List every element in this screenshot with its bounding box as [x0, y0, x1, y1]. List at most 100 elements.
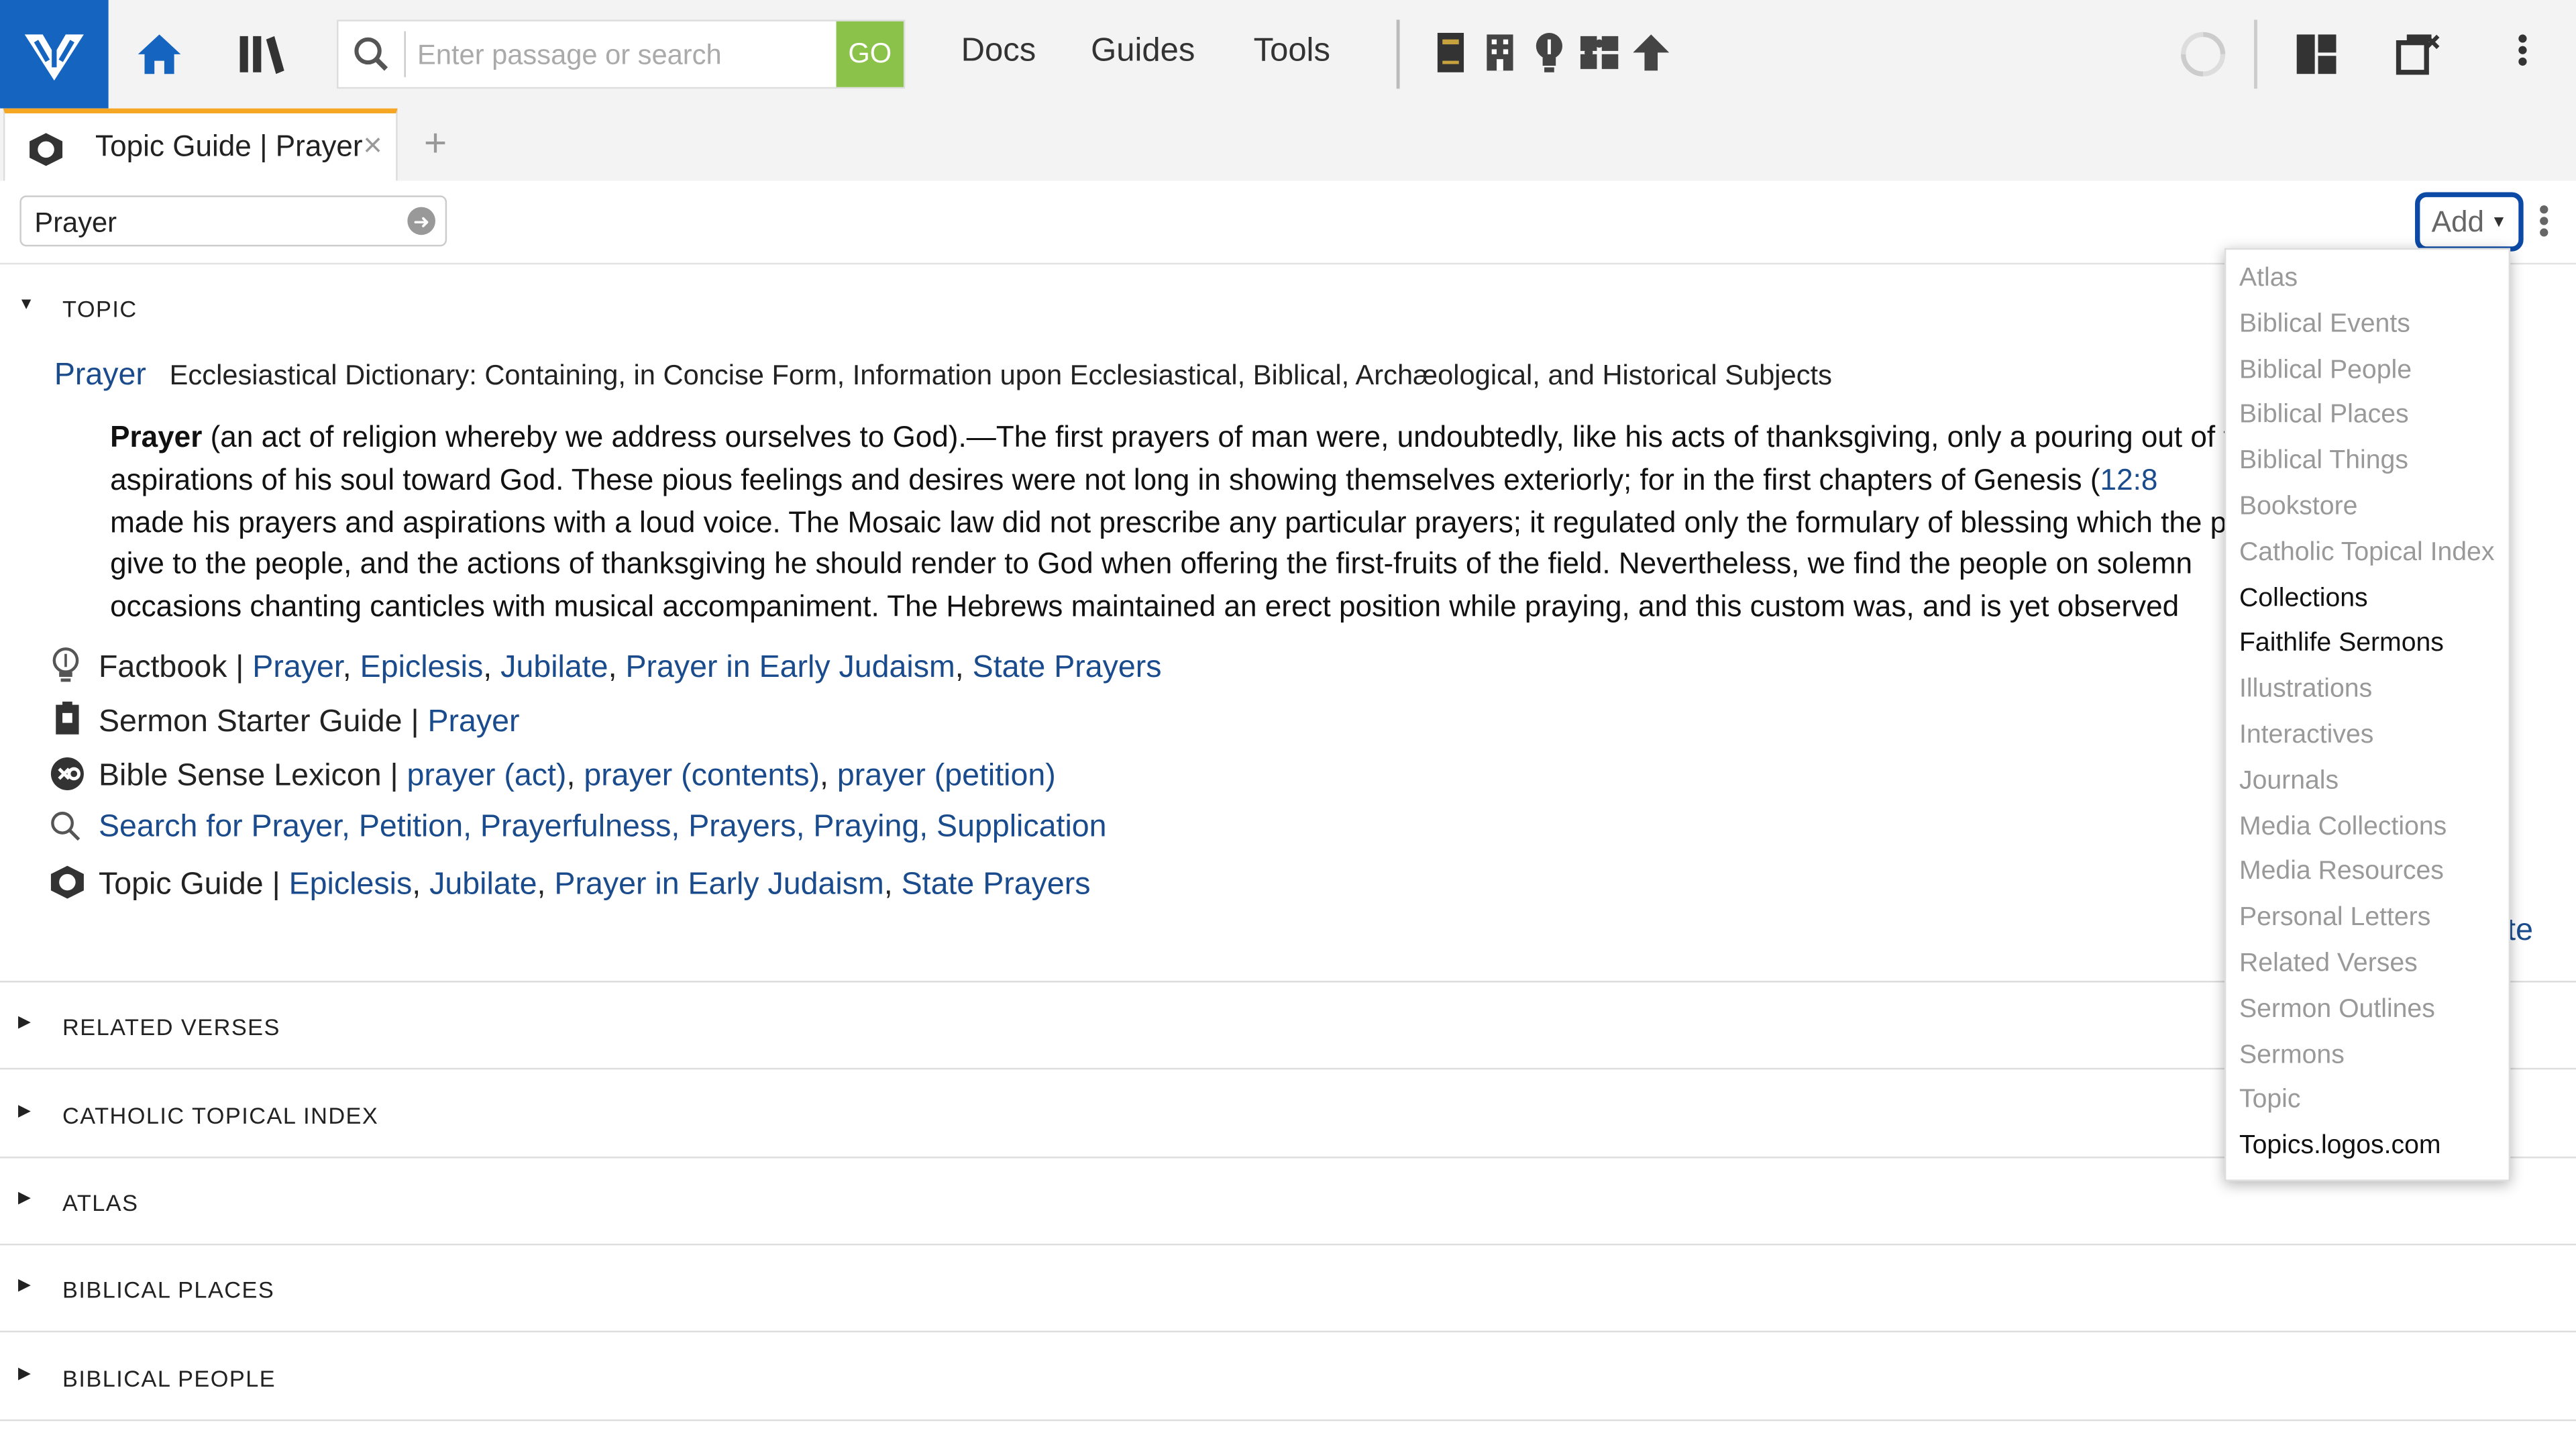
- section-title[interactable]: BIBLICAL PEOPLE: [62, 1365, 276, 1391]
- menu-docs[interactable]: Docs: [961, 33, 1036, 70]
- add-button[interactable]: Add ▼: [2415, 192, 2524, 252]
- article-text: Prayer (an act of religion whereby we ad…: [110, 417, 2246, 629]
- add-label: Add: [2431, 204, 2485, 237]
- add-menu-item: Sermons: [2239, 1040, 2345, 1069]
- section-biblical-places[interactable]: ▶ BIBLICAL PLACES: [0, 1244, 2576, 1333]
- topic-input[interactable]: [31, 197, 400, 248]
- resource-link[interactable]: Prayer: [252, 651, 343, 685]
- section-topic: ▼ TOPIC Prayer Ecclesiastical Dictionary…: [0, 263, 2576, 983]
- search-icon: [49, 810, 82, 846]
- building-icon[interactable]: [1482, 30, 1518, 76]
- section-title[interactable]: BIBLICAL PLACES: [62, 1277, 274, 1303]
- tab-close-icon[interactable]: ×: [363, 128, 382, 166]
- section-related-verses[interactable]: ▶ RELATED VERSES: [0, 981, 2576, 1070]
- add-menu-item: Illustrations: [2239, 675, 2373, 704]
- resource-source: Factbook: [98, 650, 227, 686]
- resource-link[interactable]: Jubilate: [429, 867, 537, 902]
- bible-sense-lexicon-icon: [49, 756, 85, 792]
- add-menu-item: Related Verses: [2239, 949, 2418, 978]
- article-line: (an act of religion whereby we address o…: [202, 420, 2246, 453]
- sync-icon[interactable]: [2175, 26, 2231, 82]
- arrow-right-circle-icon[interactable]: ➜: [407, 207, 435, 235]
- resource-link[interactable]: Jubilate: [500, 651, 608, 685]
- article-line: occasions chanting canticles with musica…: [110, 590, 2180, 623]
- resource-link[interactable]: prayer (petition): [837, 759, 1056, 793]
- caret-right-icon[interactable]: ▶: [18, 1189, 31, 1208]
- caret-right-icon[interactable]: ▶: [18, 1365, 31, 1383]
- resource-link[interactable]: Prayer in Early Judaism: [625, 651, 955, 685]
- caret-right-icon[interactable]: ▶: [18, 1277, 31, 1295]
- comma: ,: [342, 650, 360, 686]
- resource-link[interactable]: Prayer in Early Judaism: [554, 867, 883, 902]
- close-all-panels-icon[interactable]: [2392, 28, 2445, 80]
- resource-link[interactable]: prayer (act): [407, 759, 567, 793]
- add-menu-item: Sermon Outlines: [2239, 995, 2435, 1024]
- section-title[interactable]: CATHOLIC TOPICAL INDEX: [62, 1102, 378, 1128]
- resource-link[interactable]: Epiclesis: [289, 867, 413, 902]
- more-link[interactable]: te: [2507, 914, 2533, 950]
- separator: |: [227, 650, 253, 686]
- go-button[interactable]: GO: [836, 21, 904, 87]
- add-menu-item[interactable]: Faithlife Sermons: [2239, 630, 2444, 659]
- topic-entry-title[interactable]: Prayer: [54, 358, 146, 392]
- book-icon[interactable]: [1433, 30, 1469, 76]
- comma: ,: [537, 867, 555, 902]
- add-menu-item[interactable]: Topics.logos.com: [2239, 1132, 2441, 1162]
- comma: ,: [412, 867, 430, 902]
- add-menu-item: Biblical Things: [2239, 447, 2408, 476]
- toolbar-divider: [1396, 19, 1400, 89]
- caret-down-icon[interactable]: ▼: [18, 296, 34, 314]
- topic-entry-source[interactable]: Ecclesiastical Dictionary: Containing, i…: [170, 360, 1832, 391]
- article-line: made his prayers and aspirations with a …: [110, 505, 2246, 539]
- section-title[interactable]: TOPIC: [62, 296, 138, 322]
- upload-icon[interactable]: [1629, 30, 1672, 76]
- caret-right-icon[interactable]: ▶: [18, 1102, 31, 1120]
- resource-row-search: Search for Prayer, Petition, Prayerfulne…: [49, 810, 1107, 846]
- panel-menu-icon[interactable]: [2533, 204, 2553, 244]
- puzzle-icon[interactable]: [1577, 30, 1623, 76]
- tab-topic-guide-prayer[interactable]: Topic Guide | Prayer ×: [3, 108, 398, 182]
- article-line: aspirations of his soul toward God. Thes…: [110, 463, 2100, 496]
- tab-title: Topic Guide | Prayer: [95, 129, 363, 163]
- search-topic-link[interactable]: Search for Prayer, Petition, Prayerfulne…: [99, 810, 1107, 844]
- resource-link[interactable]: Epiclesis: [360, 651, 484, 685]
- caret-right-icon[interactable]: ▶: [18, 1014, 31, 1032]
- add-menu-item: Topic: [2239, 1086, 2301, 1115]
- add-menu-item: Media Resources: [2239, 858, 2444, 886]
- new-tab-icon[interactable]: +: [424, 121, 447, 168]
- search-divider: [404, 31, 406, 78]
- more-vertical-icon[interactable]: [2510, 33, 2533, 79]
- section-title[interactable]: ATLAS: [62, 1189, 138, 1216]
- search-icon[interactable]: [338, 21, 404, 87]
- resource-link[interactable]: Prayer: [428, 705, 520, 739]
- section-catholic-topical-index[interactable]: ▶ CATHOLIC TOPICAL INDEX: [0, 1069, 2576, 1159]
- verse-reference-link[interactable]: 12:8: [2100, 463, 2158, 496]
- comma: ,: [566, 759, 584, 794]
- lightbulb-icon: [49, 647, 85, 684]
- section-title[interactable]: RELATED VERSES: [62, 1014, 280, 1040]
- section-atlas[interactable]: ▶ ATLAS: [0, 1157, 2576, 1246]
- logos-logo-icon[interactable]: [0, 0, 109, 109]
- separator: |: [381, 759, 407, 794]
- comma: ,: [820, 759, 837, 794]
- resource-link[interactable]: State Prayers: [902, 867, 1091, 902]
- resource-link[interactable]: State Prayers: [973, 651, 1162, 685]
- add-menu-item: Biblical Events: [2239, 310, 2410, 338]
- add-menu-item: Biblical People: [2239, 356, 2412, 384]
- lightbulb-icon[interactable]: [1531, 30, 1567, 76]
- resource-link[interactable]: prayer (contents): [584, 759, 820, 793]
- add-menu-item[interactable]: Collections: [2239, 584, 2368, 614]
- comma: ,: [955, 650, 973, 686]
- resource-source: Sermon Starter Guide: [98, 704, 402, 740]
- passage-search-input[interactable]: [414, 21, 832, 91]
- section-biblical-people[interactable]: ▶ BIBLICAL PEOPLE: [0, 1332, 2576, 1421]
- home-icon[interactable]: [128, 23, 191, 85]
- layout-icon[interactable]: [2290, 28, 2343, 80]
- menu-tools[interactable]: Tools: [1254, 33, 1330, 70]
- menu-guides[interactable]: Guides: [1091, 33, 1195, 70]
- top-toolbar: GO Docs Guides Tools: [0, 0, 2576, 109]
- add-menu-item: Journals: [2239, 767, 2339, 795]
- library-icon[interactable]: [230, 23, 292, 85]
- add-dropdown-menu: Atlas Biblical Events Biblical People Bibli…: [2224, 248, 2511, 1181]
- separator: |: [402, 704, 428, 740]
